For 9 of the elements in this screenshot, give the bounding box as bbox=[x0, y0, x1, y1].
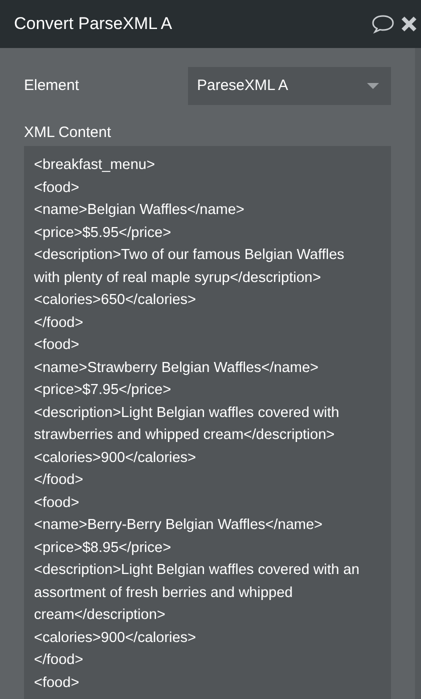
scrollbar[interactable] bbox=[415, 48, 421, 699]
xml-content-field[interactable]: <breakfast_menu> <food> <name>Belgian Waffles</name> <price>$5.95</price> <description>Two of our famous Belgian Waffles with plenty of real maple syrup</description> <calories>650</calories> </food> <food> <name>Strawberry Belgian Waffles</name> <price>$7.95</price> <description>Light Belgian waffles covered with strawberries and whipped cream</description> <calories>900</calories> </food> <food> <name>Berry-Berry Belgian Waffles</name> <price>$8.95</price> <description>Light Belgian waffles covered with an assortment of fresh berries and whipped cream</description> <calories>900</calories> </food> <food> bbox=[24, 146, 391, 699]
close-icon[interactable] bbox=[401, 16, 417, 32]
comment-icon[interactable] bbox=[371, 14, 395, 34]
element-dropdown[interactable]: PareseXML A bbox=[188, 67, 391, 105]
field-label: Element bbox=[24, 76, 80, 96]
caret-icon bbox=[367, 83, 379, 89]
window-title: Convert ParseXML A bbox=[14, 13, 174, 36]
field-label: XML Content bbox=[24, 123, 112, 143]
